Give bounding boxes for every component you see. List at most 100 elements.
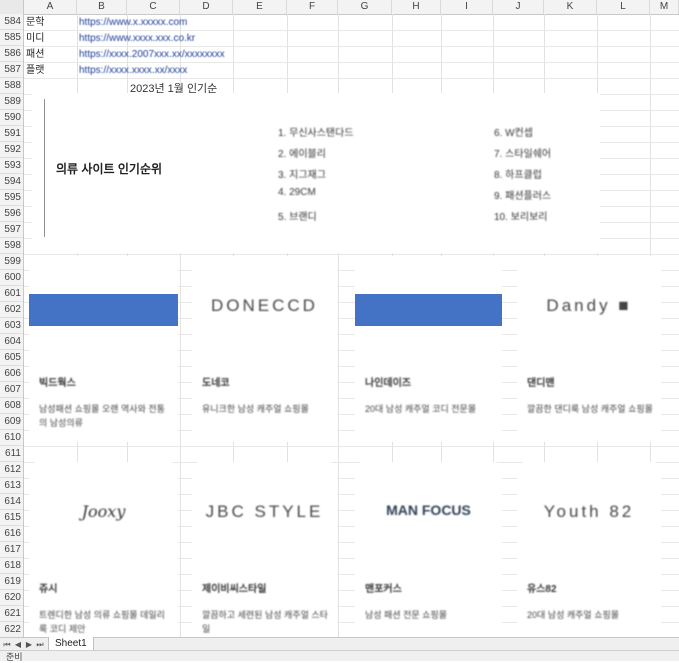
row-header[interactable]: 590: [0, 110, 23, 126]
gridline: [24, 254, 679, 255]
sheet-tab-sheet1[interactable]: Sheet1: [48, 637, 94, 651]
row-header[interactable]: 603: [0, 318, 23, 334]
shop-card[interactable]: 빅드웍스 남성패션 쇼핑몰 오랜 역사와 전통의 남성의류: [29, 256, 178, 442]
category-cell[interactable]: 미디: [26, 32, 44, 45]
ranking-item: 4. 29CM: [278, 187, 316, 198]
ranking-item: 5. 브랜디: [278, 212, 317, 223]
worksheet-grid[interactable]: 문학 https://www.x.xxxxx.com 미디 https://www.x…: [24, 14, 679, 637]
shop-card[interactable]: 나인데이즈 20대 남성 캐주얼 코디 전문몰: [355, 256, 502, 442]
column-header-b[interactable]: B: [77, 0, 127, 14]
shop-logo: Youth 82: [517, 492, 661, 532]
column-header-f[interactable]: F: [287, 0, 338, 14]
row-header[interactable]: 609: [0, 414, 23, 430]
ranking-item: 7. 스타일쉐어: [494, 149, 552, 160]
row-header[interactable]: 618: [0, 558, 23, 574]
column-header-h[interactable]: H: [392, 0, 441, 14]
shop-card[interactable]: Youth 82 유스82 20대 남성 캐주얼 쇼핑몰: [517, 462, 661, 637]
row-header[interactable]: 584: [0, 14, 23, 30]
shop-name: 제이비씨스타일: [202, 584, 267, 595]
row-header[interactable]: 585: [0, 30, 23, 46]
row-header[interactable]: 622: [0, 622, 23, 638]
column-header-g[interactable]: G: [338, 0, 392, 14]
shop-name: 도네코: [202, 378, 230, 389]
category-cell[interactable]: 플랫: [26, 64, 44, 77]
shop-description: 깔끔하고 세련된 남성 캐주얼 스타일: [202, 610, 328, 634]
shop-card[interactable]: MAN FOCUS 맨포커스 남성 패션 전문 쇼핑몰: [355, 462, 502, 637]
row-header[interactable]: 591: [0, 126, 23, 142]
row-header[interactable]: 597: [0, 222, 23, 238]
row-header[interactable]: 612: [0, 462, 23, 478]
shop-card[interactable]: Dandy ■ 댄디맨깔끔한 댄디룩 남성 캐주얼 쇼핑몰: [517, 256, 661, 442]
column-header-j[interactable]: J: [493, 0, 544, 14]
gridline: [24, 446, 679, 447]
row-header[interactable]: 602: [0, 302, 23, 318]
ranking-item: 10. 보리보리: [494, 212, 548, 223]
url-link-cell[interactable]: https://www.xxxx.xxx.co.kr: [79, 32, 195, 45]
row-header[interactable]: 601: [0, 286, 23, 302]
ranking-item: 8. 하프클럽: [494, 170, 542, 181]
row-header[interactable]: 598: [0, 238, 23, 254]
row-header[interactable]: 621: [0, 606, 23, 622]
row-header[interactable]: 607: [0, 382, 23, 398]
shop-card[interactable]: JBC STYLE 제이비씨스타일깔끔하고 세련된 남성 캐주얼 스타일: [192, 462, 337, 637]
row-header[interactable]: 614: [0, 494, 23, 510]
column-header-k[interactable]: K: [544, 0, 597, 14]
row-header[interactable]: 608: [0, 398, 23, 414]
sheet-tab-bar: ⏮ ◀ ▶ ⏭ Sheet1: [0, 637, 679, 651]
shop-card[interactable]: DONECCD 도네코 유니크한 남성 캐주얼 쇼핑몰: [192, 256, 337, 442]
column-header-c[interactable]: C: [127, 0, 180, 14]
url-link-cell[interactable]: https://xxxx.2007xxx.xx/xxxxxxxx: [79, 48, 225, 61]
row-header[interactable]: 620: [0, 590, 23, 606]
column-header-e[interactable]: E: [233, 0, 287, 14]
status-text: 준비: [6, 652, 23, 662]
row-header[interactable]: 587: [0, 62, 23, 78]
ranking-title: 의류 사이트 인기순위: [56, 162, 163, 176]
row-header[interactable]: 604: [0, 334, 23, 350]
column-header-i[interactable]: I: [441, 0, 493, 14]
row-header[interactable]: 605: [0, 350, 23, 366]
shop-logo: Dandy ■: [517, 286, 661, 326]
row-header[interactable]: 592: [0, 142, 23, 158]
ranking-item: 3. 지그재그: [278, 170, 326, 181]
shop-description: 20대 남성 캐주얼 코디 전문몰: [365, 404, 477, 414]
shop-name: 댄디맨: [527, 378, 555, 389]
shop-card[interactable]: Jooxy 쥬시 트렌디한 남성 의류 쇼핑몰 데일리룩 코디 제안: [29, 462, 178, 637]
row-header[interactable]: 606: [0, 366, 23, 382]
shop-logo: JBC STYLE: [192, 492, 337, 532]
row-header[interactable]: 596: [0, 206, 23, 222]
select-all-corner[interactable]: [0, 0, 24, 14]
row-header[interactable]: 615: [0, 510, 23, 526]
row-header[interactable]: 593: [0, 158, 23, 174]
row-header[interactable]: 611: [0, 446, 23, 462]
row-header[interactable]: 588: [0, 78, 23, 94]
column-header-a[interactable]: A: [24, 0, 77, 14]
ranking-divider: [44, 99, 45, 237]
url-link-cell[interactable]: https://www.x.xxxxx.com: [79, 16, 187, 29]
url-link-cell[interactable]: https://xxxx.xxxx.xx/xxxx: [79, 64, 187, 77]
shop-description: 깔끔한 댄디룩 남성 캐주얼 쇼핑몰: [527, 404, 653, 414]
row-header[interactable]: 586: [0, 46, 23, 62]
row-header[interactable]: 617: [0, 542, 23, 558]
category-cell[interactable]: 패션: [26, 48, 44, 61]
ranking-item: 2. 에이블리: [278, 149, 326, 160]
shop-logo-text: Dandy ■: [546, 296, 632, 315]
shop-description: 남성패션 쇼핑몰 오랜 역사와 전통의 남성의류: [39, 404, 165, 428]
row-header[interactable]: 589: [0, 94, 23, 110]
column-header-l[interactable]: L: [597, 0, 650, 14]
shop-name: 쥬시: [39, 584, 58, 595]
row-header[interactable]: 619: [0, 574, 23, 590]
row-header[interactable]: 599: [0, 254, 23, 270]
category-cell[interactable]: 문학: [26, 16, 44, 29]
row-header[interactable]: 613: [0, 478, 23, 494]
gridline: [24, 62, 679, 63]
row-header[interactable]: 610: [0, 430, 23, 446]
row-header[interactable]: 595: [0, 190, 23, 206]
row-header[interactable]: 600: [0, 270, 23, 286]
row-header[interactable]: 616: [0, 526, 23, 542]
shop-logo-text: JBC STYLE: [205, 502, 324, 521]
column-header-m[interactable]: M: [650, 0, 679, 14]
row-header[interactable]: 594: [0, 174, 23, 190]
shop-logo: [29, 294, 178, 326]
column-header-d[interactable]: D: [180, 0, 233, 14]
shop-description: 트렌디한 남성 의류 쇼핑몰 데일리룩 코디 제안: [39, 610, 165, 634]
